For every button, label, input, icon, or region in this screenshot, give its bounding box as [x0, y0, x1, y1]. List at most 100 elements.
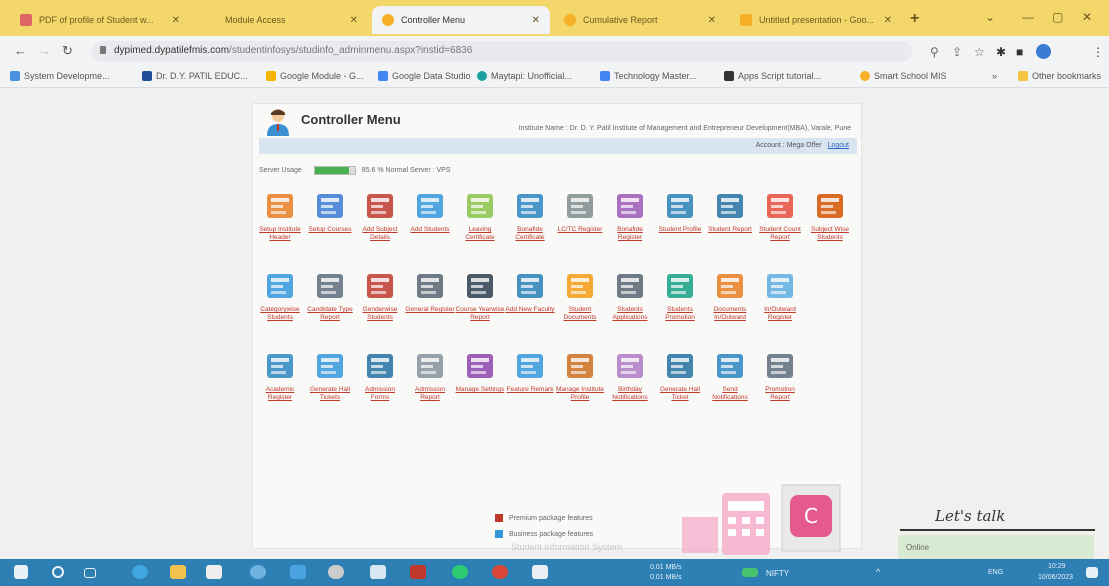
menu-item[interactable]: Subject Wise Students	[805, 188, 855, 242]
menu-item[interactable]: Generate Hall Tickets	[305, 348, 355, 402]
pen-icon[interactable]	[328, 565, 344, 579]
language-indicator[interactable]: ENG	[988, 569, 1003, 576]
close-icon[interactable]: ✕	[172, 15, 180, 26]
logout-link[interactable]: Logout	[828, 142, 849, 149]
more-bookmarks-chevron[interactable]: »	[992, 71, 997, 81]
url-input[interactable]: dypimed.dypatilefmis.com/studentinfosys/…	[92, 41, 912, 62]
bookmark-star-icon[interactable]: ☆	[974, 45, 985, 59]
task-view-icon[interactable]	[84, 568, 96, 578]
tab-module-access[interactable]: Module Access ✕	[196, 6, 368, 34]
share-icon[interactable]: ⇪	[952, 45, 962, 59]
menu-item[interactable]: Manage Settings	[455, 348, 505, 394]
chat-divider	[900, 529, 1095, 531]
lock-icon[interactable]	[100, 46, 106, 54]
menu-item[interactable]: Leaving Certificate	[455, 188, 505, 242]
extensions-icon[interactable]: ✱	[996, 45, 1006, 59]
reload-icon[interactable]: ↻	[62, 43, 73, 59]
edge-icon[interactable]	[132, 565, 148, 579]
app-icon[interactable]	[250, 565, 266, 579]
menu-item[interactable]: Candidate Type Report	[305, 268, 355, 322]
maximize-icon[interactable]: ▢	[1052, 10, 1063, 24]
tab-controller-menu[interactable]: Controller Menu ✕	[372, 6, 550, 34]
menu-item[interactable]: Generate Hall Ticket	[655, 348, 705, 402]
wps-icon[interactable]	[410, 565, 426, 579]
minimize-icon[interactable]: —	[1022, 10, 1034, 24]
menu-item[interactable]: Setup Institute Header	[255, 188, 305, 242]
menu-item[interactable]: Birthday Notifications	[605, 348, 655, 402]
menu-item[interactable]: Feature Remark	[505, 348, 555, 394]
back-icon[interactable]: ←	[14, 43, 27, 58]
window-close-icon[interactable]: ✕	[1082, 10, 1092, 24]
certificate-icon	[467, 194, 493, 218]
bookmark-item[interactable]: Smart School MIS	[860, 71, 947, 81]
menu-item[interactable]: Academic Register	[255, 348, 305, 402]
nifty-ticker[interactable]: NIFTY	[766, 569, 789, 578]
menu-item[interactable]: Manage Institute Profile	[555, 348, 605, 402]
app-icon[interactable]	[532, 565, 548, 579]
stock-chart-icon[interactable]	[742, 568, 758, 577]
chat-status[interactable]: Online	[898, 535, 1094, 559]
bookmark-item[interactable]: Dr. D.Y. PATIL EDUC...	[142, 71, 248, 81]
whatsapp-icon[interactable]	[452, 565, 468, 579]
menu-item[interactable]: Students Promotion	[655, 268, 705, 322]
legend-label: Premium package features	[509, 514, 593, 522]
bookmark-item[interactable]: Google Module - G...	[266, 71, 364, 81]
menu-item[interactable]: Send Notifications	[705, 348, 755, 402]
tab-pdf-profile[interactable]: PDF of profile of Student w... ✕	[10, 6, 190, 34]
menu-item[interactable]: Add Students	[405, 188, 455, 234]
tab-untitled-presentation[interactable]: Untitled presentation - Goo... ✕	[730, 6, 902, 34]
profile-avatar[interactable]	[1036, 44, 1051, 59]
menu-item[interactable]: Student Count Report	[755, 188, 805, 242]
menu-item[interactable]: Add Subject Details	[355, 188, 405, 242]
menu-item[interactable]: Documents In/Outward	[705, 268, 755, 322]
sidepanel-icon[interactable]: ■	[1016, 45, 1023, 59]
menu-item[interactable]: Student Report	[705, 188, 755, 234]
new-tab-icon[interactable]: +	[910, 10, 919, 28]
lets-talk-text[interactable]: Let's talk	[935, 507, 1005, 525]
tab-search-icon[interactable]: ⌄	[985, 10, 995, 24]
menu-item[interactable]: Course Yearwise Report	[455, 268, 505, 322]
menu-item[interactable]: Categorywise Students	[255, 268, 305, 322]
other-bookmarks[interactable]: Other bookmarks	[1018, 71, 1101, 81]
page-icon	[206, 14, 218, 26]
start-windows-icon[interactable]	[14, 565, 28, 579]
menu-item[interactable]: Bonafide Register	[605, 188, 655, 242]
menu-item[interactable]: Genderwise Students	[355, 268, 405, 322]
clock-date[interactable]: 10/06/2023	[1038, 574, 1073, 581]
menu-kebab-icon[interactable]: ⋮	[1092, 45, 1104, 59]
file-explorer-icon[interactable]	[170, 565, 186, 579]
menu-item[interactable]: Bonafide Certificate	[505, 188, 555, 242]
bookmark-item[interactable]: Technology Master...	[600, 71, 697, 81]
close-icon[interactable]: ✕	[708, 15, 716, 26]
bookmark-item[interactable]: Apps Script tutorial...	[724, 71, 821, 81]
close-icon[interactable]: ✕	[532, 15, 540, 26]
legend-business: Business package features	[495, 530, 593, 538]
menu-item[interactable]: Admission Forms	[355, 348, 405, 402]
tray-chevron-icon[interactable]: ^	[876, 567, 880, 577]
store-icon[interactable]	[206, 565, 222, 579]
mail-icon[interactable]	[290, 565, 306, 579]
bookmark-item[interactable]: System Developme...	[10, 71, 110, 81]
menu-item[interactable]: Add New Faculty	[505, 268, 555, 314]
forward-icon[interactable]: →	[38, 43, 51, 58]
search-icon[interactable]	[52, 566, 64, 578]
menu-item[interactable]: Setup Courses	[305, 188, 355, 234]
clock-time[interactable]: 10:29	[1048, 563, 1066, 570]
menu-item[interactable]: Student Profile	[655, 188, 705, 234]
notifications-icon[interactable]	[1086, 567, 1098, 578]
menu-item[interactable]: LC/TC Register	[555, 188, 605, 234]
close-icon[interactable]: ✕	[350, 15, 358, 26]
chrome-icon[interactable]	[492, 565, 508, 579]
close-icon[interactable]: ✕	[884, 15, 892, 26]
bookmark-item[interactable]: Google Data Studio	[378, 71, 471, 81]
menu-item[interactable]: Students Applications	[605, 268, 655, 322]
menu-item[interactable]: Admission Report	[405, 348, 455, 402]
menu-item[interactable]: General Register	[405, 268, 455, 314]
photos-icon[interactable]	[370, 565, 386, 579]
bookmark-item[interactable]: Maytapi: Unofficial...	[477, 71, 572, 81]
menu-item[interactable]: Promotion Report	[755, 348, 805, 402]
menu-item[interactable]: Student Documents	[555, 268, 605, 322]
menu-item[interactable]: In/Outward Register	[755, 268, 805, 322]
zoom-icon[interactable]: ⚲	[930, 45, 939, 59]
tab-cumulative-report[interactable]: Cumulative Report ✕	[554, 6, 726, 34]
